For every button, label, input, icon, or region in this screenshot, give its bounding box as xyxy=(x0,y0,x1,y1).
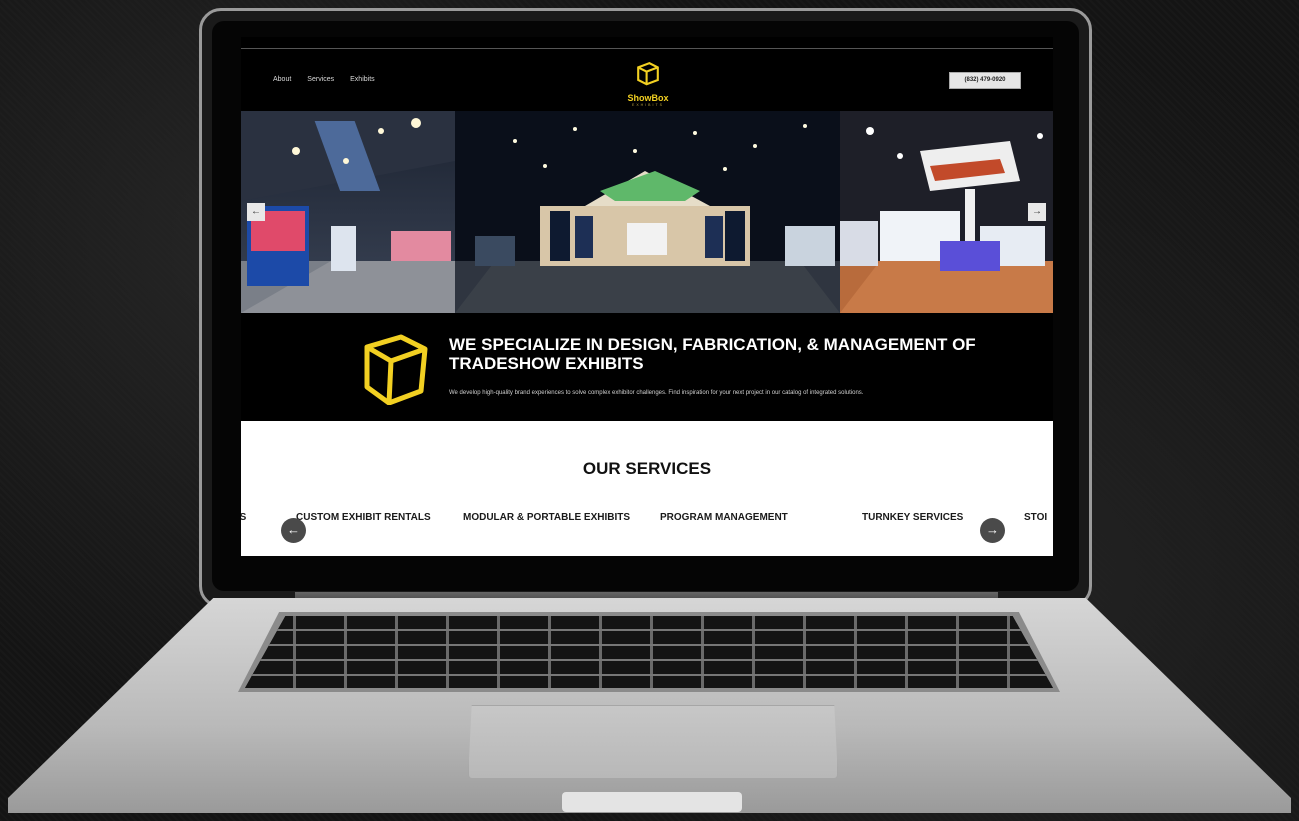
services-next-button[interactable]: → xyxy=(980,518,1005,543)
service-item-partial-right[interactable]: STOI xyxy=(1024,512,1053,523)
hero-slider: ← → xyxy=(241,111,1053,313)
cube-logo-icon xyxy=(637,62,659,86)
nav-exhibits[interactable]: Exhibits xyxy=(350,76,375,83)
top-divider xyxy=(241,48,1053,49)
keyboard-rows xyxy=(245,616,1053,688)
nav-about[interactable]: About xyxy=(273,76,291,83)
intro-description: We develop high-quality brand experience… xyxy=(449,390,864,396)
cube-icon xyxy=(364,334,428,406)
intro-headline: WE SPECIALIZE IN DESIGN, FABRICATION, & … xyxy=(449,335,976,373)
showbox-logo[interactable]: ShowBox EXHIBITS xyxy=(615,59,681,109)
hero-image-left: ← xyxy=(241,111,455,313)
service-item-custom-rentals[interactable]: CUSTOM EXHIBIT RENTALS xyxy=(296,512,431,523)
main-nav: About Services Exhibits xyxy=(273,76,375,83)
logo-name: ShowBox xyxy=(627,93,669,103)
services-section: OUR SERVICES ES CUSTOM EXHIBIT RENTALS M… xyxy=(241,421,1053,556)
hero-prev-button[interactable]: ← xyxy=(247,203,265,221)
logo-sub: EXHIBITS xyxy=(632,103,664,107)
cube-graphic xyxy=(361,333,431,410)
services-prev-button[interactable]: ← xyxy=(281,518,306,543)
nav-services[interactable]: Services xyxy=(307,76,334,83)
hero-next-button[interactable]: → xyxy=(1028,203,1046,221)
laptop-front-notch xyxy=(562,792,742,812)
service-item-program-management[interactable]: PROGRAM MANAGEMENT xyxy=(660,512,788,523)
hero-image-center xyxy=(455,111,840,313)
service-item-turnkey[interactable]: TURNKEY SERVICES xyxy=(862,512,963,523)
website-screen: About Services Exhibits ShowBox EXHIBITS… xyxy=(241,37,1053,556)
trackpad xyxy=(468,705,838,779)
hero-image-right: → xyxy=(840,111,1053,313)
service-item-modular[interactable]: MODULAR & PORTABLE EXHIBITS xyxy=(463,512,630,523)
phone-button[interactable]: (832) 479-0920 xyxy=(949,72,1021,89)
services-title: OUR SERVICES xyxy=(582,459,712,478)
service-item-partial-left[interactable]: ES xyxy=(241,512,246,523)
